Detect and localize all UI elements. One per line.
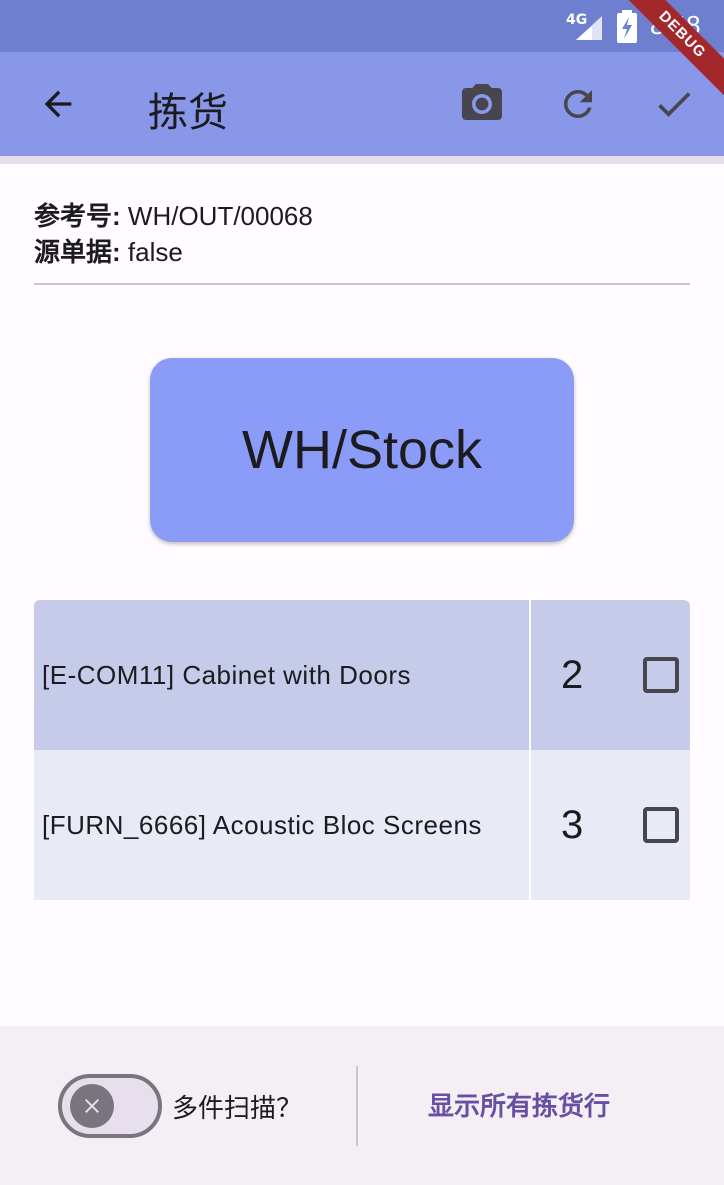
- reference-row: 参考号: WH/OUT/00068: [34, 198, 313, 234]
- reference-value: WH/OUT/00068: [127, 201, 313, 231]
- source-label: 源单据:: [34, 237, 121, 267]
- back-arrow-icon: [44, 90, 72, 118]
- product-name: [FURN_6666] Acoustic Bloc Screens: [34, 750, 531, 900]
- table-row[interactable]: [FURN_6666] Acoustic Bloc Screens 3: [34, 750, 690, 900]
- camera-button[interactable]: [452, 74, 512, 134]
- status-bar: 4G 8:48: [0, 0, 724, 52]
- product-name: [E-COM11] Cabinet with Doors: [34, 600, 531, 750]
- source-row: 源单据: false: [34, 234, 313, 270]
- quantity: 2: [561, 652, 584, 697]
- quantity: 3: [561, 802, 584, 847]
- line-checkbox[interactable]: [643, 657, 679, 693]
- picking-lines-table: [E-COM11] Cabinet with Doors 2 [FURN_666…: [34, 600, 690, 900]
- refresh-icon: [564, 90, 592, 118]
- info-divider: [34, 283, 690, 285]
- check-icon: [658, 92, 691, 117]
- multi-scan-label: 多件扫描？: [172, 1094, 303, 1124]
- toggle-thumb: [70, 1084, 114, 1128]
- reference-label: 参考号:: [34, 201, 121, 231]
- page-title: 拣货: [148, 90, 228, 136]
- battery-charging-icon: [617, 10, 637, 43]
- multi-scan-toggle[interactable]: [58, 1074, 162, 1138]
- location-button[interactable]: WH/Stock: [150, 358, 574, 542]
- bottom-divider: [356, 1066, 358, 1146]
- table-row[interactable]: [E-COM11] Cabinet with Doors 2: [34, 600, 690, 750]
- signal-icon: [576, 16, 602, 40]
- quantity-cell: 3: [531, 750, 690, 900]
- back-button[interactable]: [28, 74, 88, 134]
- camera-icon: [462, 84, 502, 120]
- refresh-button[interactable]: [548, 74, 608, 134]
- show-all-lines-button[interactable]: 显示所有拣货行: [428, 1086, 610, 1123]
- confirm-button[interactable]: [644, 74, 704, 134]
- app-bar: [0, 52, 724, 156]
- close-icon: [85, 1099, 99, 1113]
- line-checkbox[interactable]: [643, 807, 679, 843]
- picking-info: 参考号: WH/OUT/00068 源单据: false: [34, 198, 313, 270]
- source-value: false: [127, 237, 183, 267]
- quantity-cell: 2: [531, 600, 690, 750]
- app-bar-divider: [0, 156, 724, 164]
